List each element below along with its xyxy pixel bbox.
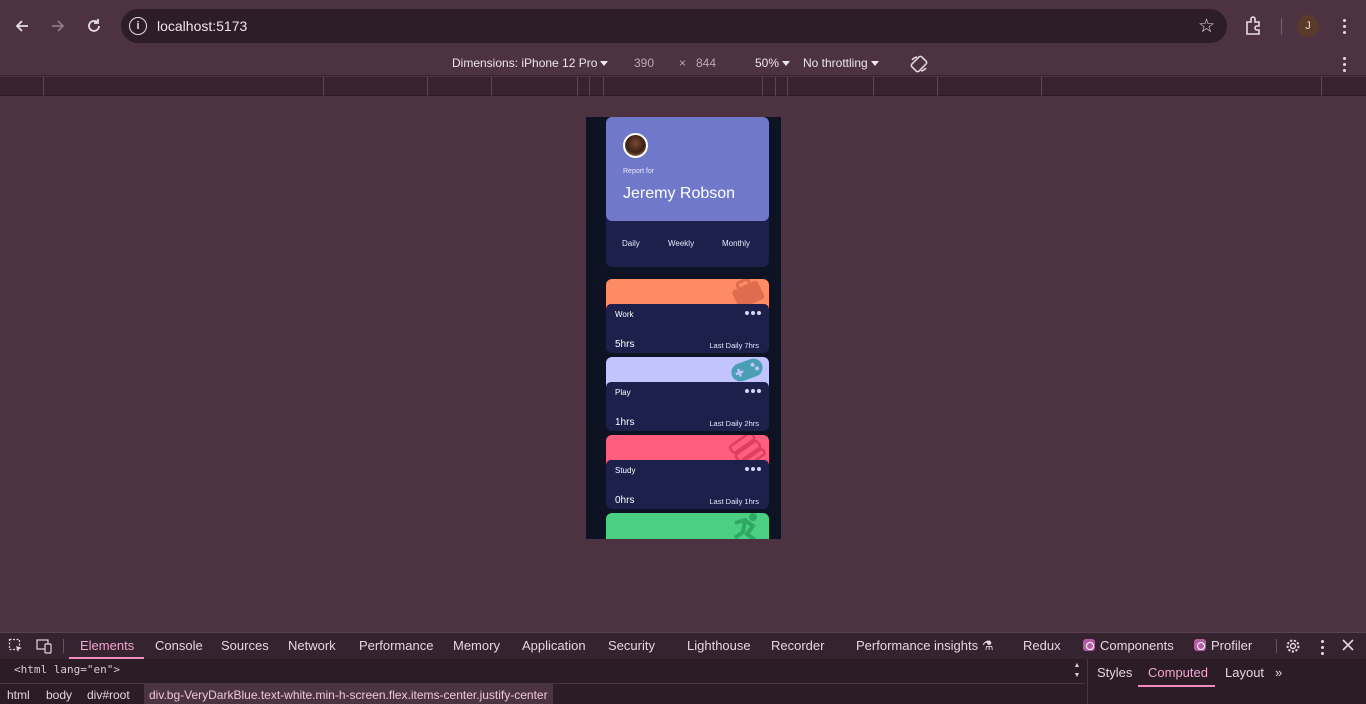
arrow-left-icon (15, 20, 28, 32)
running-icon (733, 513, 757, 539)
scroll-arrows[interactable]: ▲ ▼ (1071, 661, 1083, 683)
tab-components[interactable]: Components (1083, 638, 1174, 653)
forward-button[interactable] (46, 14, 70, 38)
devtools-menu-icon[interactable] (1312, 636, 1332, 658)
ellipsis-icon[interactable] (745, 389, 761, 393)
reload-icon (88, 19, 100, 32)
tab-lighthouse[interactable]: Lighthouse (687, 638, 751, 653)
tab-security[interactable]: Security (608, 638, 655, 653)
flask-icon: ⚗ (981, 638, 994, 653)
activity-title: Study (615, 466, 636, 475)
zoom-select[interactable]: 50% (755, 56, 791, 70)
zoom-label: 50% (755, 56, 780, 70)
tab-performance[interactable]: Performance (359, 638, 433, 653)
extensions-icon[interactable] (1243, 15, 1265, 37)
user-name: Jeremy Robson (623, 185, 736, 202)
devtools-tabbar: Elements Console Sources Network Perform… (0, 633, 1366, 659)
tab-layout[interactable]: Layout (1225, 665, 1264, 680)
activity-card-study[interactable]: Study 0hrs Last Daily 1hrs (606, 435, 769, 509)
bookmark-star-icon[interactable]: ☆ (1198, 15, 1215, 38)
throttling-label: No throttling (803, 56, 868, 70)
play-body: Play 1hrs Last Daily 2hrs (606, 382, 769, 431)
dom-html-node[interactable]: <html lang="en"> (14, 663, 120, 676)
react-icon (1083, 639, 1095, 651)
ellipsis-icon[interactable] (745, 311, 761, 315)
activity-hours: 1hrs (615, 417, 635, 428)
tab-memory[interactable]: Memory (453, 638, 500, 653)
period-weekly[interactable]: Weekly (668, 239, 694, 248)
breadcrumb-body[interactable]: body (46, 688, 72, 702)
tab-profiler[interactable]: Profiler (1194, 638, 1252, 653)
media-query-ruler (0, 77, 1366, 96)
device-toggle-icon[interactable] (36, 638, 52, 654)
profiler-label: Profiler (1211, 638, 1253, 653)
tab-network[interactable]: Network (288, 638, 336, 653)
tab-redux[interactable]: Redux (1023, 638, 1061, 653)
tab-sources[interactable]: Sources (221, 638, 269, 653)
breadcrumb-html[interactable]: html (7, 688, 30, 702)
activity-last: Last Daily 2hrs (709, 419, 759, 428)
tab-console[interactable]: Console (155, 638, 203, 653)
tab-styles[interactable]: Styles (1097, 665, 1132, 680)
height-input[interactable]: 844 (696, 56, 716, 70)
profile-header: Report for Jeremy Robson (606, 117, 769, 221)
activity-title: Play (615, 388, 631, 397)
device-toolbar: Dimensions: iPhone 12 Pro 390 × 844 50% … (0, 52, 1366, 76)
period-daily[interactable]: Daily (622, 239, 640, 248)
exercise-band (606, 513, 769, 539)
url-text[interactable]: localhost:5173 (157, 18, 247, 34)
breadcrumb-root[interactable]: div#root (87, 688, 130, 702)
activity-last: Last Daily 1hrs (709, 497, 759, 506)
device-options-icon[interactable] (1334, 53, 1354, 75)
browser-menu-icon[interactable] (1334, 15, 1354, 37)
arrow-right-icon (52, 20, 65, 32)
tab-performance-insights[interactable]: Performance insights ⚗ (856, 638, 993, 654)
settings-gear-icon[interactable] (1285, 638, 1301, 654)
tab-elements[interactable]: Elements (80, 638, 134, 653)
activity-card-play[interactable]: Play 1hrs Last Daily 2hrs (606, 357, 769, 431)
styles-side-panel: Styles Computed Layout » (1087, 659, 1366, 704)
device-viewport: Report for Jeremy Robson Daily Weekly Mo… (586, 117, 781, 539)
address-bar[interactable]: i localhost:5173 ☆ (121, 9, 1227, 43)
inspect-element-icon[interactable] (8, 638, 24, 654)
report-for-label: Report for (623, 168, 655, 175)
ellipsis-icon[interactable] (745, 467, 761, 471)
performance-insights-label: Performance insights (856, 638, 979, 653)
tab-computed[interactable]: Computed (1148, 665, 1208, 680)
back-button[interactable] (10, 14, 34, 38)
browser-toolbar: i localhost:5173 ☆ J (0, 0, 1366, 52)
reload-button[interactable] (82, 14, 106, 38)
tab-recorder[interactable]: Recorder (771, 638, 824, 653)
activity-last: Last Daily 7hrs (709, 341, 759, 350)
devtools-panel: Elements Console Sources Network Perform… (0, 632, 1366, 704)
device-label: Dimensions: iPhone 12 Pro (452, 56, 598, 70)
width-input[interactable]: 390 (634, 56, 654, 70)
profile-card: Report for Jeremy Robson Daily Weekly Mo… (606, 117, 769, 267)
breadcrumb: html body div#root div.bg-VeryDarkBlue.t… (0, 683, 1085, 704)
study-body: Study 0hrs Last Daily 1hrs (606, 460, 769, 509)
activity-card-exercise[interactable] (606, 513, 769, 539)
close-icon[interactable] (1341, 638, 1357, 654)
tab-application[interactable]: Application (522, 638, 586, 653)
react-icon (1194, 639, 1206, 651)
activity-hours: 0hrs (615, 495, 635, 506)
times-sign: × (679, 56, 687, 70)
active-side-tab-indicator (1138, 685, 1215, 687)
site-info-icon[interactable]: i (129, 17, 147, 35)
activity-card-work[interactable]: Work 5hrs Last Daily 7hrs (606, 279, 769, 353)
device-select[interactable]: Dimensions: iPhone 12 Pro (452, 56, 609, 70)
activity-hours: 5hrs (615, 339, 635, 350)
period-monthly[interactable]: Monthly (722, 239, 750, 248)
toolbar-divider (1281, 18, 1282, 34)
active-tab-indicator (69, 657, 144, 659)
throttling-select[interactable]: No throttling (803, 56, 879, 70)
breadcrumb-selected-div[interactable]: div.bg-VeryDarkBlue.text-white.min-h-scr… (144, 684, 553, 704)
profile-avatar[interactable]: J (1297, 15, 1319, 37)
more-tabs-icon[interactable]: » (1275, 665, 1282, 680)
work-body: Work 5hrs Last Daily 7hrs (606, 304, 769, 353)
activity-title: Work (615, 310, 634, 319)
rotate-icon[interactable] (909, 54, 929, 77)
user-avatar (623, 133, 648, 158)
components-label: Components (1100, 638, 1174, 653)
